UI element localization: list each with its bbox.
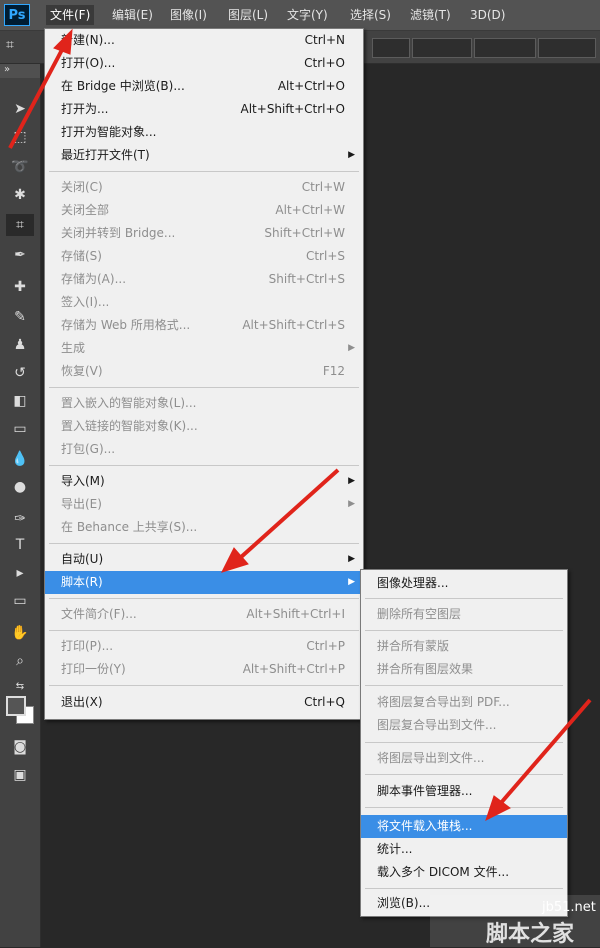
watermark-site-name: 脚本之家 bbox=[486, 922, 575, 947]
red-arrow-icon bbox=[8, 28, 73, 149]
red-arrow-icon bbox=[221, 468, 340, 573]
watermark-domain: jb51.net bbox=[542, 900, 596, 915]
annotation-arrows bbox=[8, 28, 592, 821]
red-arrow-icon bbox=[485, 698, 592, 821]
